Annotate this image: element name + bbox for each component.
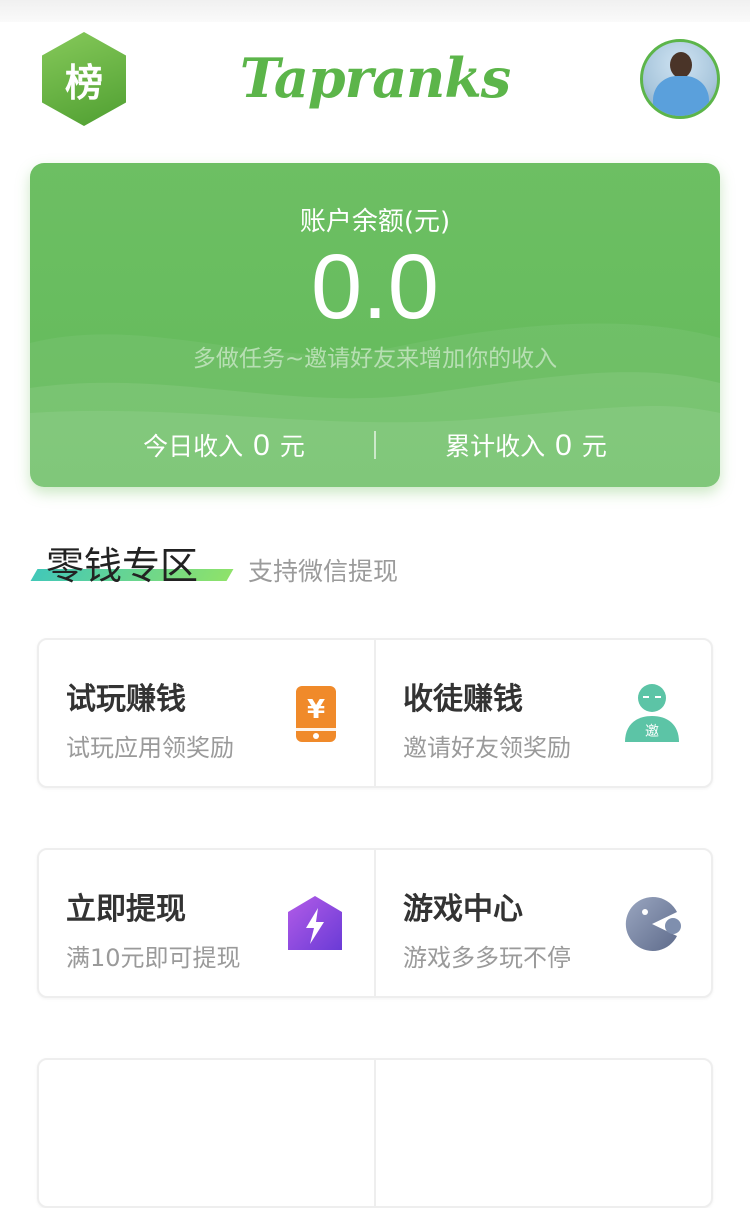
today-income-value: 0 xyxy=(253,429,270,462)
feature-withdraw[interactable]: 立即提现 满10元即可提现 xyxy=(39,850,374,996)
total-income-unit: 元 xyxy=(581,432,607,461)
avatar[interactable] xyxy=(640,39,720,119)
today-income: 今日收入 0 元 xyxy=(74,427,374,463)
feature-cell[interactable] xyxy=(39,1060,374,1206)
pacman-icon xyxy=(625,897,681,951)
yuan-phone-icon: ¥ xyxy=(296,686,336,742)
feature-row: 立即提现 满10元即可提现 游戏中心 游戏多多玩不停 xyxy=(37,848,713,998)
feature-title: 试玩赚钱 xyxy=(66,682,186,717)
feature-row: 试玩赚钱 试玩应用领奖励 ¥ 收徒赚钱 邀请好友领奖励 邀 xyxy=(37,638,713,788)
feature-cell[interactable] xyxy=(374,1060,711,1206)
feature-title: 游戏中心 xyxy=(403,892,523,927)
feature-desc: 游戏多多玩不停 xyxy=(403,944,571,972)
balance-label: 账户余额(元) xyxy=(299,207,451,237)
feature-title: 立即提现 xyxy=(66,892,186,927)
balance-hint: 多做任务~邀请好友来增加你的收入 xyxy=(192,346,558,372)
today-income-unit: 元 xyxy=(279,432,305,461)
section-header: 零钱专区 支持微信提现 xyxy=(30,535,720,595)
invite-person-icon: 邀 xyxy=(625,684,679,742)
invite-badge: 邀 xyxy=(645,724,659,740)
total-income: 累计收入 0 元 xyxy=(376,427,676,463)
section-title: 零钱专区 xyxy=(46,544,199,588)
total-income-label: 累计收入 xyxy=(445,432,546,461)
today-income-label: 今日收入 xyxy=(143,432,244,461)
header: 榜 Tapranks xyxy=(0,22,750,142)
balance-amount: 0.0 xyxy=(311,236,439,338)
feature-row xyxy=(37,1058,713,1208)
feature-game-center[interactable]: 游戏中心 游戏多多玩不停 xyxy=(374,850,711,996)
feature-desc: 试玩应用领奖励 xyxy=(66,734,234,762)
income-stats: 今日收入 0 元 累计收入 0 元 xyxy=(30,425,720,465)
lightning-icon xyxy=(288,896,342,950)
status-bar xyxy=(0,0,750,22)
section-subtitle: 支持微信提现 xyxy=(248,557,399,586)
feature-trial-earn[interactable]: 试玩赚钱 试玩应用领奖励 ¥ xyxy=(39,640,374,786)
brand-title: Tapranks xyxy=(239,46,511,110)
svg-text:¥: ¥ xyxy=(307,695,325,725)
feature-title: 收徒赚钱 xyxy=(403,682,523,717)
feature-invite-earn[interactable]: 收徒赚钱 邀请好友领奖励 邀 xyxy=(374,640,711,786)
balance-card[interactable]: 账户余额(元) 0.0 多做任务~邀请好友来增加你的收入 今日收入 0 元 累计收入… xyxy=(30,163,720,487)
avatar-body xyxy=(653,76,709,116)
feature-desc: 邀请好友领奖励 xyxy=(403,734,571,762)
avatar-head xyxy=(670,52,692,78)
feature-desc: 满10元即可提现 xyxy=(66,944,241,972)
total-income-value: 0 xyxy=(555,429,572,462)
